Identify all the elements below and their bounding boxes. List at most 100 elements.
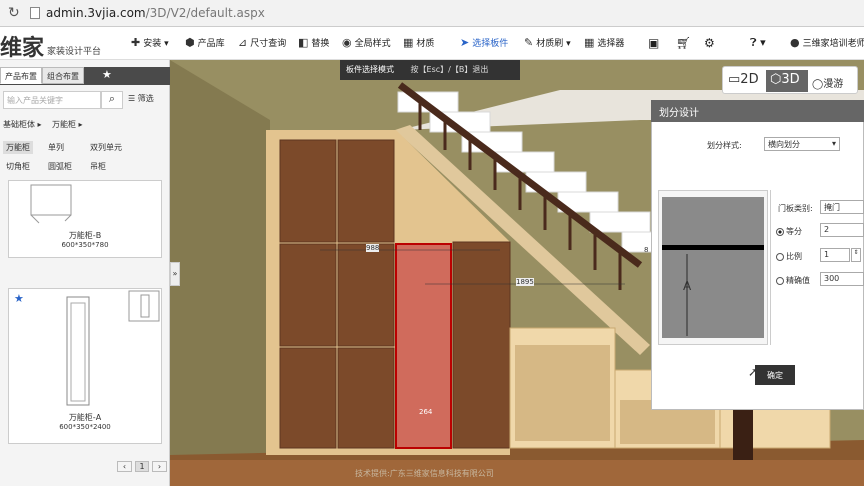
plus-icon: ✚ (131, 36, 141, 49)
radio-icon (776, 252, 784, 261)
person-icon: ◯ (812, 79, 824, 90)
product-card[interactable]: ★ 万能柜-A 600*350*2400 (8, 288, 162, 444)
roam-button[interactable]: ◯漫游 (808, 70, 856, 92)
category-universal[interactable]: 万能柜 (3, 141, 33, 154)
palette-icon: ◉ (342, 36, 352, 49)
view-2d-button[interactable]: ▭2D (724, 70, 766, 92)
product-card-dims: 600*350*780 (61, 241, 109, 249)
mode-hint-tip: 按【Esc】/【B】退出 (410, 65, 489, 74)
replace-icon: ◧ (298, 36, 309, 49)
division-preview (662, 197, 764, 338)
tab-product-layout[interactable]: 产品布置 (0, 67, 42, 84)
install-button[interactable]: ✚ 安装 ▾ (131, 36, 169, 49)
crumb-universal-cabinet[interactable]: 万能柜 ▸ (52, 119, 83, 130)
material-brush-label: 材质刷 (536, 39, 564, 49)
door-type-select[interactable]: 掩门 (820, 200, 864, 214)
page-icon (30, 7, 40, 19)
url-host: admin.3vjia.com (46, 6, 146, 20)
ruler-icon: ⊿ (238, 36, 248, 49)
dialog-title: 划分设计 (651, 100, 864, 122)
filter-button[interactable]: ☰ 筛选 (128, 93, 154, 104)
category-single[interactable]: 单列 (48, 142, 64, 153)
replace-label: 替换 (311, 39, 330, 49)
pager-next[interactable]: › (152, 461, 167, 472)
style-label: 划分样式: (707, 141, 742, 150)
page-2d-icon: ▭ (728, 72, 741, 87)
install-label: 安装 (143, 39, 162, 49)
ratio-input[interactable]: 1 (820, 248, 850, 262)
preview-label: A (683, 279, 692, 293)
url-field[interactable]: admin.3vjia.com/3D/V2/default.aspx (46, 6, 265, 20)
collapse-panel-icon[interactable]: » (170, 262, 180, 286)
size-query-button[interactable]: ⊿ 尺寸查询 (238, 36, 286, 49)
door-type-label: 门板类别: (778, 204, 813, 213)
crumb-basic-cabinet[interactable]: 基础柜体 ▸ (3, 119, 42, 130)
save-icon[interactable]: ▣ (648, 36, 659, 50)
category-double-unit[interactable]: 双列单元 (90, 142, 122, 153)
preview-box: A (658, 190, 768, 345)
global-style-label: 全局样式 (354, 39, 391, 49)
product-card-name: 万能柜-A (68, 413, 102, 422)
favorite-star-icon[interactable]: ★ (14, 292, 24, 305)
pager-page[interactable]: 1 (135, 461, 149, 472)
help-icon[interactable]: ❓︎ ▾ (750, 36, 766, 50)
exact-value-input[interactable]: 300 (820, 272, 864, 286)
replace-button[interactable]: ◧ 替换 (298, 36, 329, 49)
brush-icon: ✎ (524, 36, 534, 49)
settings-gear-icon[interactable]: ⚙ (704, 36, 715, 50)
crumb-basic-cabinet-label: 基础柜体 (3, 120, 35, 129)
filter-label: 筛选 (137, 94, 154, 103)
category-corner[interactable]: 切角柜 (6, 161, 30, 172)
product-library-label: 产品库 (197, 39, 225, 49)
dimension-long: 1895 (516, 278, 534, 286)
crumb-universal-cabinet-label: 万能柜 (52, 120, 76, 129)
list-icon: ☰ (128, 94, 136, 103)
tab-combo-layout[interactable]: 组合布置 (42, 67, 84, 84)
view-3d-button[interactable]: ⬡3D (766, 70, 808, 92)
material-button[interactable]: ▦ 材质 (403, 36, 434, 49)
category-hanging[interactable]: 吊柜 (90, 161, 106, 172)
favorite-star-icon[interactable]: ★ (102, 68, 112, 81)
view-2d-label: 2D (740, 72, 759, 87)
product-thumbnail (66, 290, 160, 406)
selector-label: 选择器 (597, 39, 625, 49)
opt-ratio[interactable]: 比例 (776, 251, 802, 262)
style-select-value: 横向划分 (768, 140, 800, 149)
mode-hint-text: 板件选择模式 (346, 65, 394, 74)
style-select[interactable]: 横向划分 ▾ (764, 137, 840, 151)
reload-icon[interactable]: ↻ (8, 5, 20, 21)
opt-equal[interactable]: 等分 (776, 226, 802, 237)
ok-button[interactable]: 确定 (755, 365, 795, 385)
url-path: /3D/V2/default.aspx (145, 6, 265, 20)
product-card[interactable]: 万能柜-B 600*350*780 (8, 180, 162, 258)
select-board-button[interactable]: ➤ 选择板件 (460, 36, 508, 49)
product-library-button[interactable]: ⬢ 产品库 (185, 36, 225, 49)
product-card-name: 万能柜-B (68, 231, 102, 240)
view-3d-label: 3D (781, 72, 800, 87)
cart-icon[interactable]: 🛒︎ (676, 36, 691, 50)
dimension-right: 8 (644, 246, 649, 254)
search-input[interactable]: 输入产品关键字 (3, 91, 101, 109)
opt-ratio-label: 比例 (786, 252, 802, 261)
product-card-dims: 600*350*2400 (59, 423, 111, 431)
material-brush-button[interactable]: ✎ 材质刷 ▾ (524, 36, 571, 49)
selector-button[interactable]: ▦ 选择器 (584, 36, 624, 49)
mode-hint: 板件选择模式 按【Esc】/【B】退出 (340, 60, 520, 80)
opt-equal-label: 等分 (786, 227, 802, 236)
material-label: 材质 (416, 39, 435, 49)
cube-icon: ⬢ (185, 36, 195, 49)
equal-count-input[interactable]: 2 (820, 223, 864, 237)
category-arc[interactable]: 圆弧柜 (48, 161, 72, 172)
user-menu[interactable]: ● 三维家培训老师 (790, 36, 864, 49)
product-thumbnail (30, 184, 72, 224)
cube-3d-icon: ⬡ (770, 72, 782, 87)
pager-prev[interactable]: ‹ (117, 461, 132, 472)
search-icon[interactable]: ⌕ (101, 91, 123, 109)
global-style-button[interactable]: ◉ 全局样式 (342, 36, 391, 49)
cursor-icon: ➤ (460, 36, 470, 49)
opt-exact[interactable]: 精确值 (776, 275, 810, 286)
radio-checked-icon (776, 227, 784, 236)
chevron-down-icon: ▾ (831, 139, 836, 148)
ratio-stepper-icon[interactable]: ⇕ (851, 248, 861, 262)
material-icon: ▦ (403, 36, 414, 49)
